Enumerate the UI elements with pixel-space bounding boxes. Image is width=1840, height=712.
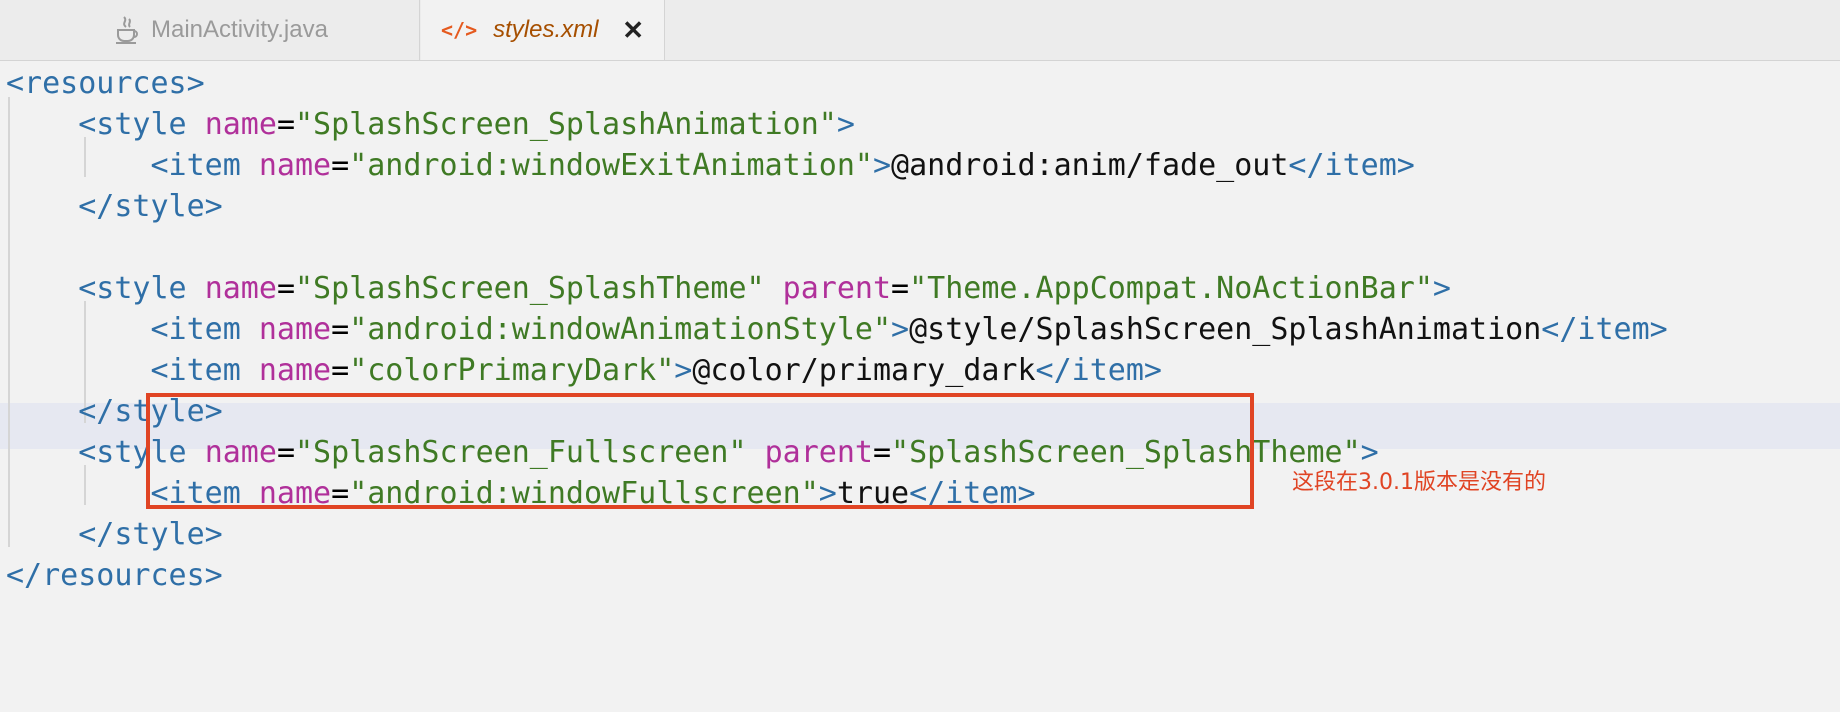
annotation-box xyxy=(146,393,1254,509)
code-token: "android:windowExitAnimation" xyxy=(349,148,873,183)
code-token: @android:anim/fade_out xyxy=(891,148,1289,183)
code-token: <item xyxy=(6,353,259,388)
code-token: "Theme.AppCompat.NoActionBar" xyxy=(909,271,1433,306)
code-token: > xyxy=(1432,271,1451,306)
code-token: "SplashScreen_SplashTheme" xyxy=(295,271,765,306)
code-token: </resources> xyxy=(6,558,223,593)
code-file-icon: </> xyxy=(441,18,478,42)
code-line: </style> xyxy=(6,184,1840,230)
tab-label: MainActivity.java xyxy=(151,16,328,43)
code-token: name xyxy=(258,312,332,347)
code-token: <style xyxy=(6,271,205,306)
code-token: </item> xyxy=(1288,148,1415,183)
code-line: <item name="colorPrimaryDark">@color/pri… xyxy=(6,348,1840,394)
code-token: name xyxy=(258,353,332,388)
code-token: = xyxy=(276,271,295,306)
tab-styles-xml[interactable]: </> styles.xml ✕ xyxy=(421,0,665,60)
code-token: = xyxy=(276,107,295,142)
code-token: > xyxy=(674,353,693,388)
code-token: = xyxy=(891,271,910,306)
tab-mainactivity-java[interactable]: MainActivity.java xyxy=(85,0,420,60)
code-token: name xyxy=(204,271,277,306)
close-tab-icon[interactable]: ✕ xyxy=(622,15,644,46)
code-token: <item xyxy=(6,312,259,347)
editor-tab-bar: MainActivity.java </> styles.xml ✕ xyxy=(0,0,1840,61)
code-token: parent xyxy=(782,271,892,306)
code-line: </resources> xyxy=(6,553,1840,599)
code-token: </style> xyxy=(6,517,223,552)
code-token: @style/SplashScreen_SplashAnimation xyxy=(909,312,1542,347)
code-token: "SplashScreen_SplashAnimation" xyxy=(295,107,837,142)
code-token: </item> xyxy=(1541,312,1668,347)
code-token: </item> xyxy=(1035,353,1162,388)
java-file-icon xyxy=(115,15,139,45)
code-token: @color/primary_dark xyxy=(692,353,1036,388)
code-editor[interactable]: <resources> <style name="SplashScreen_Sp… xyxy=(0,61,1840,712)
code-token: > xyxy=(872,148,892,183)
code-line: <style name="SplashScreen_SplashTheme" p… xyxy=(6,266,1840,312)
code-token: = xyxy=(331,353,350,388)
code-token: > xyxy=(891,312,910,347)
code-token: <style xyxy=(6,107,205,142)
code-token: name xyxy=(204,107,277,142)
code-line: <resources> xyxy=(6,61,1840,107)
code-line: <item name="android:windowExitAnimation"… xyxy=(6,143,1840,189)
code-line: <style name="SplashScreen_SplashAnimatio… xyxy=(6,102,1840,148)
code-token: name xyxy=(258,148,332,183)
code-token: > xyxy=(836,107,855,142)
code-line: </style> xyxy=(6,512,1840,558)
code-token: "android:windowAnimationStyle" xyxy=(349,312,892,347)
code-token: = xyxy=(331,312,350,347)
code-line: <item name="android:windowAnimationStyle… xyxy=(6,307,1840,353)
code-token: <resources> xyxy=(6,66,205,101)
code-token: = xyxy=(331,148,350,183)
code-token: <item xyxy=(6,148,259,183)
code-token: "colorPrimaryDark" xyxy=(349,353,675,388)
code-token: </style> xyxy=(6,189,223,224)
annotation-note: 这段在3.0.1版本是没有的 xyxy=(1292,470,1546,495)
tab-label: styles.xml xyxy=(493,16,599,43)
